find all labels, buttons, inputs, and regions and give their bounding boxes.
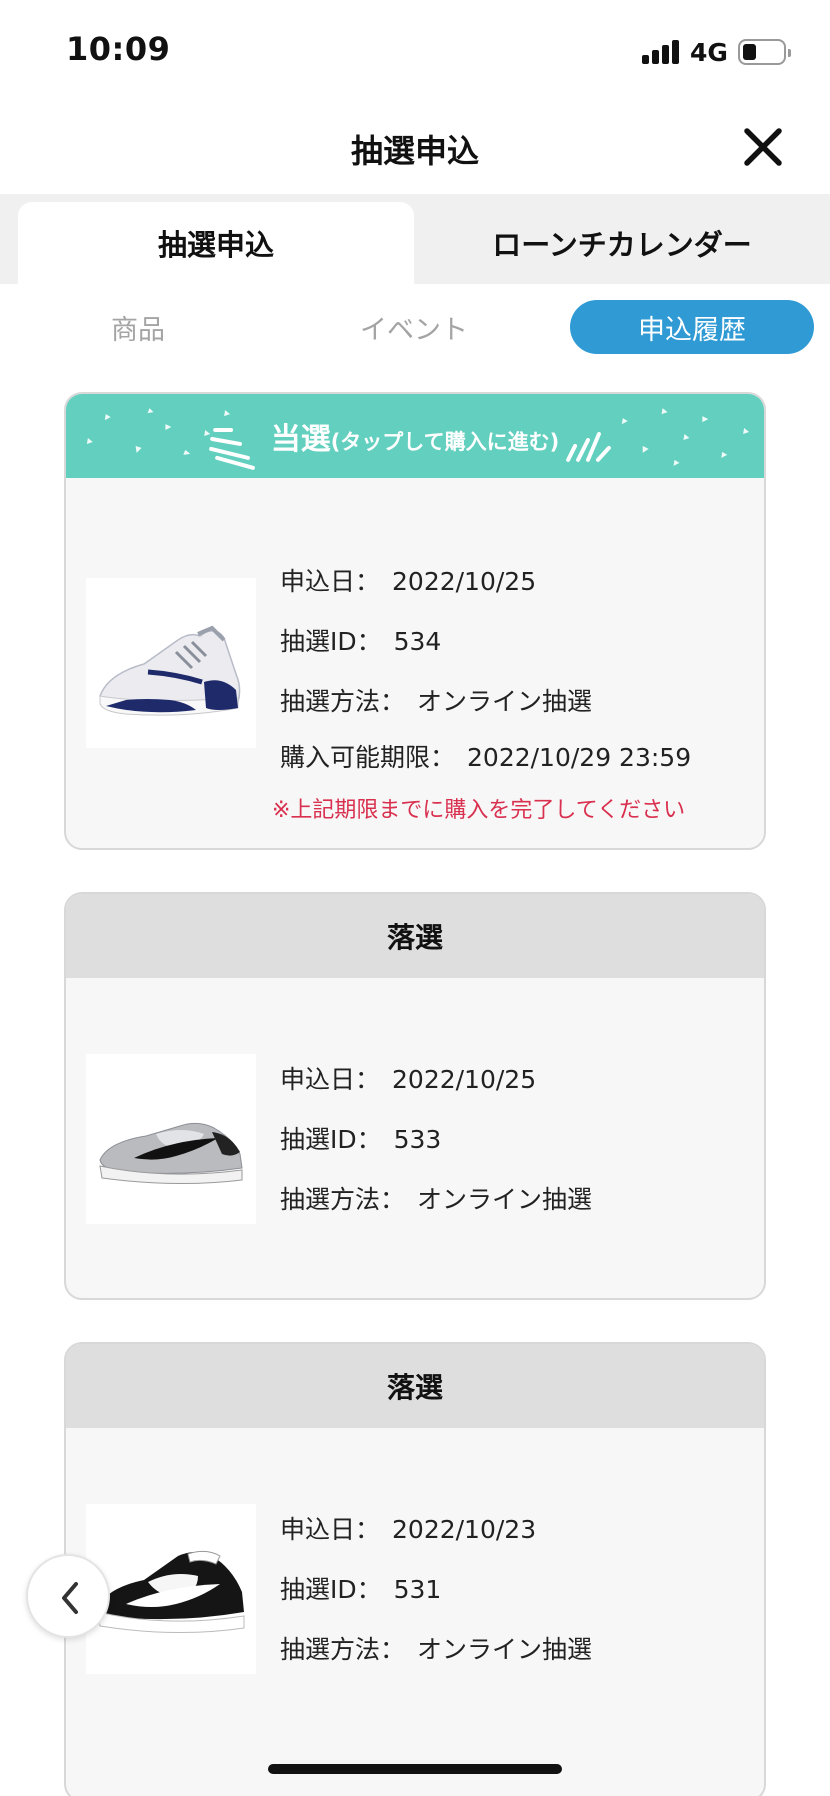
page-header: 抽選申込 [0, 100, 830, 194]
method-row: 抽選方法： オンライン抽選 [280, 682, 592, 718]
method-value: オンライン抽選 [417, 1635, 593, 1664]
tab-launch-calendar[interactable]: ローンチカレンダー [414, 202, 830, 284]
method-label: 抽選方法： [280, 687, 406, 716]
applied-date-row: 申込日： 2022/10/25 [280, 562, 536, 598]
applied-date-row: 申込日： 2022/10/23 [280, 1510, 536, 1546]
cellular-signal-icon [642, 40, 682, 64]
deadline-label: 購入可能期限： [280, 743, 456, 772]
tab-lottery-apply[interactable]: 抽選申込 [18, 202, 414, 284]
win-banner[interactable]: 当選 (タップして購入に進む) [66, 394, 764, 478]
sneaker-white-navy-icon [99, 625, 241, 716]
lottery-id-value: 531 [393, 1575, 442, 1604]
method-label: 抽選方法： [280, 1635, 406, 1664]
method-row: 抽選方法： オンライン抽選 [280, 1630, 592, 1666]
sneaker-grey-black-icon [99, 1122, 243, 1185]
lose-banner: 落選 [66, 1344, 764, 1428]
lottery-id-label: 抽選ID： [280, 1575, 382, 1604]
applied-date-value: 2022/10/25 [392, 567, 537, 596]
lottery-id-label: 抽選ID： [280, 1125, 382, 1154]
applied-date-value: 2022/10/25 [392, 1065, 537, 1094]
entry-card-lose[interactable]: 落選 申込日： 2022/10/25 抽選ID： 533 抽選方法： オンライン抽選 [64, 892, 766, 1300]
method-value: オンライン抽選 [417, 1185, 593, 1214]
chevron-left-icon [62, 1582, 78, 1614]
subtab-products[interactable]: 商品 [50, 300, 226, 354]
back-button[interactable] [26, 1554, 110, 1638]
entry-card-win[interactable]: 当選 (タップして購入に進む) 申込日： 2022/10/25 抽選ID： 534 … [64, 392, 766, 850]
lose-label: 落選 [386, 1371, 443, 1404]
lottery-id-row: 抽選ID： 531 [280, 1570, 441, 1606]
lottery-id-value: 534 [393, 627, 442, 656]
entry-card-lose[interactable]: 落選 申込日： 2022/10/23 抽選ID： 531 抽選方法： オンライン抽選 [64, 1342, 766, 1796]
applied-date-label: 申込日： [280, 567, 381, 596]
lottery-id-row: 抽選ID： 534 [280, 622, 441, 658]
deadline-row: 購入可能期限： 2022/10/29 23:59 [280, 738, 691, 774]
applied-date-value: 2022/10/23 [392, 1515, 537, 1544]
win-label: 当選 [270, 422, 331, 457]
lottery-id-row: 抽選ID： 533 [280, 1120, 441, 1156]
lose-label: 落選 [386, 921, 443, 954]
applied-date-label: 申込日： [280, 1515, 381, 1544]
method-label: 抽選方法： [280, 1185, 406, 1214]
subtab-bar: 商品 イベント 申込履歴 [0, 300, 830, 356]
network-type: 4G [690, 38, 728, 67]
applied-date-label: 申込日： [280, 1065, 381, 1094]
home-indicator[interactable] [268, 1764, 562, 1774]
status-time: 10:09 [66, 30, 171, 68]
win-tap-hint: (タップして購入に進む) [330, 430, 560, 454]
win-banner-title: 当選 (タップして購入に進む) [271, 414, 560, 458]
method-value: オンライン抽選 [417, 687, 593, 716]
deadline-warning: ※上記期限までに購入を完了してください [272, 798, 686, 823]
method-row: 抽選方法： オンライン抽選 [280, 1180, 592, 1216]
close-icon[interactable] [740, 124, 786, 170]
deadline-value: 2022/10/29 23:59 [467, 743, 692, 772]
battery-icon [738, 39, 791, 65]
subtab-history[interactable]: 申込履歴 [570, 300, 814, 354]
lose-banner: 落選 [66, 894, 764, 978]
status-bar: 10:09 4G [0, 0, 830, 100]
lottery-id-label: 抽選ID： [280, 627, 382, 656]
applied-date-row: 申込日： 2022/10/25 [280, 1060, 536, 1096]
lottery-id-value: 533 [393, 1125, 442, 1154]
subtab-events[interactable]: イベント [326, 300, 502, 354]
product-image[interactable] [86, 1054, 256, 1224]
product-image[interactable] [86, 578, 256, 748]
page-title: 抽選申込 [350, 132, 479, 170]
